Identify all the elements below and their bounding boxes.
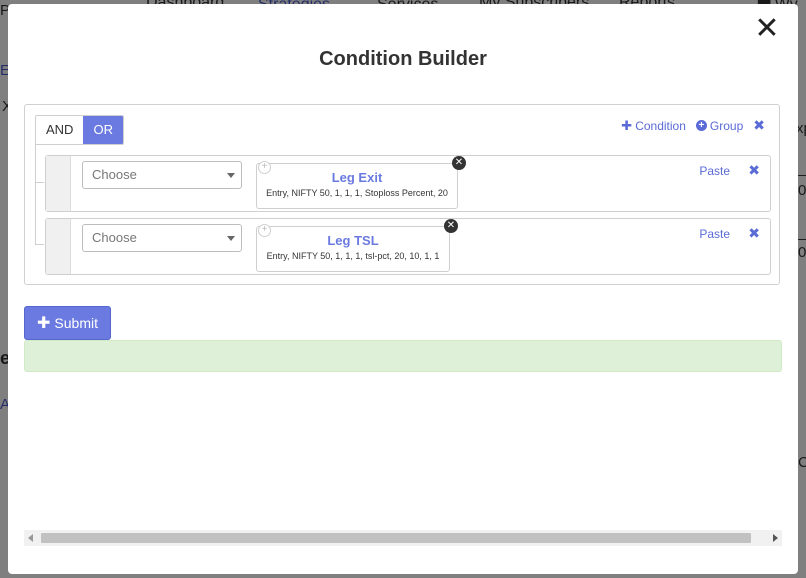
scroll-right-icon[interactable] [773, 534, 778, 542]
remove-card-icon[interactable]: ✕ [452, 156, 466, 170]
scroll-left-icon[interactable] [28, 534, 33, 542]
query-builder-group: AND OR ✚ Condition + Group ✖ Choose + Le… [24, 104, 780, 285]
rule-row: Choose + Leg Exit Entry, NIFTY 50, 1, 1,… [45, 155, 771, 212]
plus-circle-icon: + [695, 120, 707, 131]
drag-handle[interactable] [46, 156, 71, 211]
add-condition-button[interactable]: ✚ Condition [621, 118, 686, 134]
card-title: Leg Exit [331, 170, 383, 185]
delete-rule-icon[interactable]: ✖ [748, 162, 760, 179]
leg-card[interactable]: + Leg Exit Entry, NIFTY 50, 1, 1, 1, Sto… [256, 156, 466, 209]
tree-connector [35, 244, 44, 245]
add-group-button[interactable]: + Group [695, 118, 744, 133]
and-or-toggle: AND OR [35, 115, 124, 145]
paste-link[interactable]: Paste [699, 227, 730, 241]
tree-connector [35, 182, 44, 183]
or-button[interactable]: OR [83, 116, 123, 144]
card-title: Leg TSL [327, 233, 379, 248]
chevron-down-icon [227, 173, 235, 178]
scrollbar-thumb[interactable] [41, 533, 751, 543]
card-subtitle: Entry, NIFTY 50, 1, 1, 1, Stoploss Perce… [266, 188, 448, 198]
tree-connector [35, 143, 36, 245]
remove-card-icon[interactable]: ✕ [444, 219, 458, 233]
submit-label: Submit [54, 315, 98, 331]
condition-select[interactable]: Choose [82, 224, 242, 252]
delete-group-button[interactable]: ✖ [753, 117, 765, 134]
add-condition-label: Condition [635, 118, 686, 133]
rule-row: Choose + Leg TSL Entry, NIFTY 50, 1, 1, … [45, 218, 771, 275]
select-value: Choose [92, 167, 137, 182]
condition-select[interactable]: Choose [82, 161, 242, 189]
group-actions: ✚ Condition + Group ✖ [621, 117, 765, 134]
chevron-down-icon [227, 236, 235, 241]
select-value: Choose [92, 230, 137, 245]
success-alert [24, 340, 782, 372]
close-icon: ✖ [753, 117, 765, 133]
card-subtitle: Entry, NIFTY 50, 1, 1, 1, tsl-pct, 20, 1… [266, 251, 440, 261]
condition-builder-modal: ✕ Condition Builder AND OR ✚ Condition +… [8, 4, 798, 574]
and-button[interactable]: AND [36, 116, 84, 144]
leg-card[interactable]: + Leg TSL Entry, NIFTY 50, 1, 1, 1, tsl-… [256, 219, 458, 272]
drag-handle[interactable] [46, 219, 71, 274]
horizontal-scrollbar[interactable] [24, 530, 782, 546]
plus-icon: ✚ [37, 315, 51, 332]
add-group-label: Group [709, 118, 744, 133]
modal-title: Condition Builder [319, 48, 487, 70]
submit-button[interactable]: ✚ Submit [24, 306, 111, 340]
close-icon[interactable]: ✕ [754, 14, 780, 44]
paste-link[interactable]: Paste [699, 164, 730, 178]
plus-icon: ✚ [621, 117, 633, 133]
delete-rule-icon[interactable]: ✖ [748, 225, 760, 242]
